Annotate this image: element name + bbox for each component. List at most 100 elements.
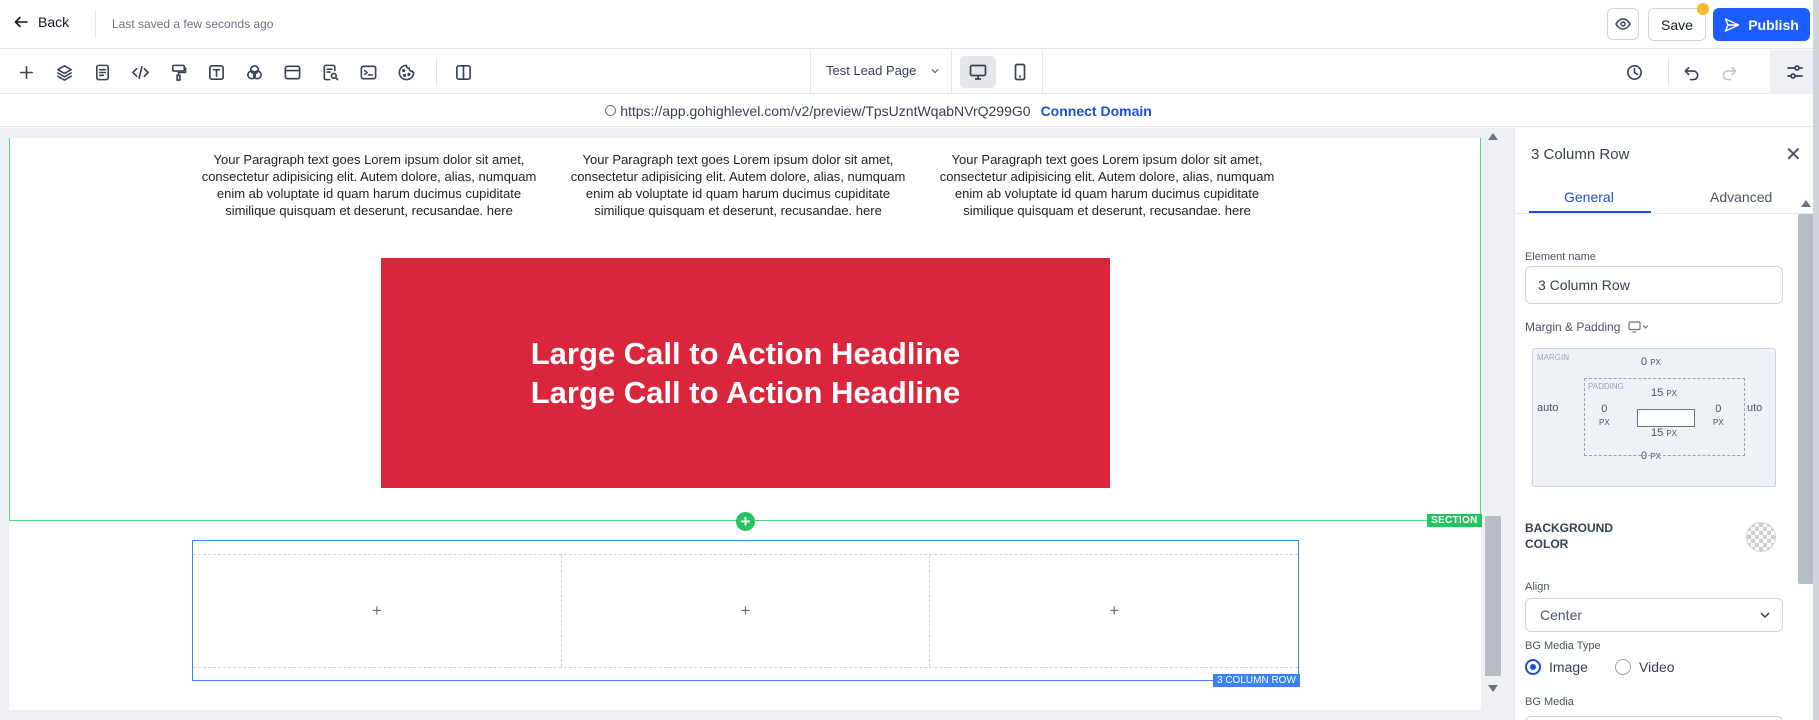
terminal-icon <box>360 65 376 79</box>
split-view-button[interactable] <box>449 58 477 86</box>
mobile-view-button[interactable] <box>1002 56 1038 88</box>
publish-button[interactable]: Publish <box>1713 8 1810 41</box>
settings-panel-toggle[interactable] <box>1770 50 1819 94</box>
status-circle-icon <box>605 105 617 116</box>
column-1-add-button[interactable]: + <box>193 555 562 667</box>
margin-caption: MARGIN <box>1537 353 1569 362</box>
row-label-tag: 3 COLUMN ROW <box>1213 674 1300 687</box>
divider <box>1668 58 1669 86</box>
cta-banner[interactable]: Large Call to Action Headline Large Call… <box>381 258 1110 488</box>
margin-padding-header: Margin & Padding <box>1525 320 1650 334</box>
align-value: Center <box>1540 607 1583 623</box>
add-element-button[interactable] <box>12 58 40 86</box>
padding-left-value[interactable]: 0 PX <box>1599 403 1610 429</box>
divider <box>95 10 96 38</box>
editor-toolbar: Test Lead Page <box>0 50 1819 94</box>
add-section-button[interactable]: + <box>736 512 755 531</box>
undo-icon <box>1684 66 1698 80</box>
desktop-view-button[interactable] <box>960 56 996 88</box>
scroll-up-icon[interactable] <box>1488 133 1498 140</box>
padding-top-value[interactable]: 15 PX <box>1651 387 1677 399</box>
cookie-icon <box>398 64 414 80</box>
padding-bottom-value[interactable]: 15 PX <box>1651 427 1677 439</box>
save-button[interactable]: Save <box>1648 8 1706 41</box>
column-2-add-button[interactable]: + <box>562 555 931 667</box>
preview-url[interactable]: https://app.gohighlevel.com/v2/preview/T… <box>620 103 1030 119</box>
divider <box>810 50 811 94</box>
publish-label: Publish <box>1748 16 1799 33</box>
element-name-label: Element name <box>1525 251 1596 263</box>
paragraph-column-3[interactable]: Your Paragraph text goes Lorem ipsum dol… <box>937 151 1277 219</box>
active-tab-indicator <box>1529 211 1651 213</box>
padding-box: PADDING 15 PX 15 PX 0 PX 0 PX <box>1584 378 1745 456</box>
unsaved-indicator <box>1697 3 1709 15</box>
tab-general[interactable]: General <box>1564 189 1614 205</box>
tab-advanced[interactable]: Advanced <box>1710 189 1772 205</box>
paragraph-column-1[interactable]: Your Paragraph text goes Lorem ipsum dol… <box>199 151 539 219</box>
bg-media-input[interactable] <box>1525 716 1783 720</box>
element-name-input[interactable]: 3 Column Row <box>1525 266 1783 304</box>
window-edge <box>1813 0 1819 720</box>
cta-headline-line-1: Large Call to Action Headline <box>530 336 961 371</box>
background-color-swatch[interactable] <box>1746 522 1776 552</box>
padding-caption: PADDING <box>1588 382 1624 391</box>
scroll-down-icon[interactable] <box>1488 685 1498 692</box>
code-icon <box>131 65 149 79</box>
radio-video[interactable]: Video <box>1615 659 1675 675</box>
margin-top-value[interactable]: 0 PX <box>1641 356 1661 368</box>
redo-button[interactable] <box>1715 58 1743 86</box>
undo-button[interactable] <box>1677 58 1705 86</box>
popup-button[interactable] <box>278 58 306 86</box>
save-status: Last saved a few seconds ago <box>112 17 274 31</box>
editor-canvas: Your Paragraph text goes Lorem ipsum dol… <box>0 128 1514 720</box>
page-search-icon <box>323 64 338 80</box>
align-label: Align <box>1525 581 1550 593</box>
history-button[interactable] <box>1620 58 1648 86</box>
mobile-icon <box>1014 63 1026 81</box>
columns-icon <box>455 64 471 80</box>
close-icon[interactable]: ✕ <box>1785 142 1802 167</box>
tracking-code-button[interactable] <box>354 58 382 86</box>
layers-icon <box>56 64 72 81</box>
device-dropdown-icon[interactable] <box>1628 321 1650 333</box>
history-icon <box>1626 64 1642 80</box>
connect-domain-link[interactable]: Connect Domain <box>1041 103 1152 119</box>
scroll-thumb[interactable] <box>1798 214 1814 584</box>
canvas-scrollbar[interactable] <box>1483 128 1503 720</box>
layers-button[interactable] <box>50 58 78 86</box>
scroll-up-icon[interactable] <box>1801 200 1811 207</box>
preview-button[interactable] <box>1607 8 1639 40</box>
window-icon <box>284 65 300 79</box>
typography-button[interactable] <box>202 58 230 86</box>
radio-image-indicator <box>1525 659 1541 675</box>
page-selector[interactable]: Test Lead Page <box>826 63 940 78</box>
eye-icon <box>1615 18 1631 30</box>
text-icon <box>208 64 224 80</box>
page-selector-label: Test Lead Page <box>826 63 917 78</box>
align-select[interactable]: Center <box>1525 598 1783 632</box>
margin-right-value[interactable]: uto <box>1747 402 1762 414</box>
radio-image[interactable]: Image <box>1525 659 1588 675</box>
margin-left-value[interactable]: auto <box>1537 402 1558 414</box>
styles-button[interactable] <box>164 58 192 86</box>
bg-media-label: BG Media <box>1525 696 1574 708</box>
color-circles-icon <box>246 64 262 79</box>
page-preview: Your Paragraph text goes Lorem ipsum dol… <box>9 138 1482 710</box>
paint-roller-icon <box>171 64 186 81</box>
redo-icon <box>1722 66 1736 80</box>
preview-url-bar: https://app.gohighlevel.com/v2/preview/T… <box>0 95 1819 127</box>
pages-button[interactable] <box>88 58 116 86</box>
colors-button[interactable] <box>240 58 268 86</box>
padding-right-value[interactable]: 0 PX <box>1713 403 1724 429</box>
panel-title: 3 Column Row <box>1531 146 1630 163</box>
column-3-add-button[interactable]: + <box>930 555 1298 667</box>
cookie-consent-button[interactable] <box>392 58 420 86</box>
paragraph-column-2[interactable]: Your Paragraph text goes Lorem ipsum dol… <box>568 151 908 219</box>
back-button[interactable]: Back <box>14 14 69 30</box>
seo-button[interactable] <box>316 58 344 86</box>
arrow-left-icon <box>14 16 28 28</box>
cta-headline-line-2: Large Call to Action Headline <box>530 375 961 410</box>
three-column-row[interactable]: + + + <box>192 540 1299 681</box>
scroll-thumb[interactable] <box>1485 516 1501 676</box>
custom-code-button[interactable] <box>126 58 154 86</box>
